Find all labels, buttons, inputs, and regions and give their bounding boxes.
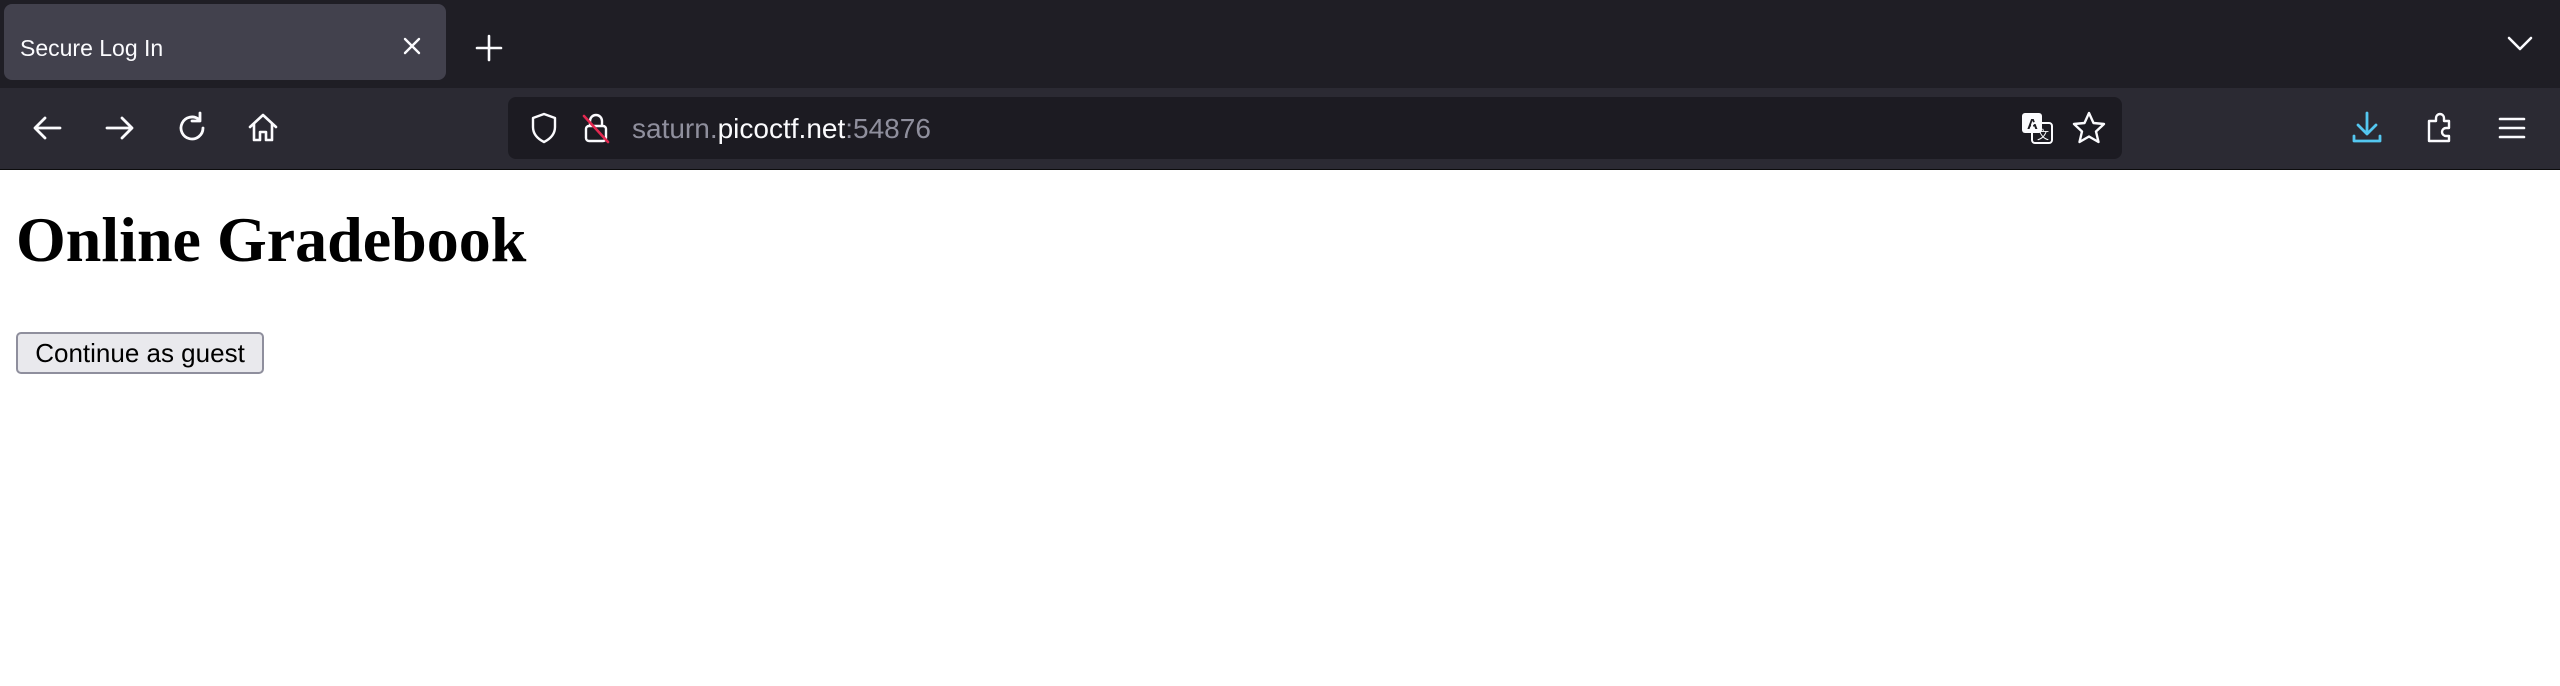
star-icon[interactable] <box>2067 106 2111 150</box>
arrow-left-icon[interactable] <box>26 106 70 150</box>
page-content: Online Gradebook Continue as guest <box>0 170 2560 686</box>
chevron-down-icon[interactable] <box>2496 22 2544 66</box>
svg-text:文: 文 <box>2037 127 2049 142</box>
url-host: picoctf.net <box>717 113 846 144</box>
puzzle-icon[interactable] <box>2418 106 2462 150</box>
nav-toolbar: saturn.picoctf.net:54876 A文 <box>0 88 2560 170</box>
continue-as-guest-button[interactable]: Continue as guest <box>16 332 264 374</box>
page-title: Online Gradebook <box>16 204 527 275</box>
tab-title: Secure Log In <box>20 35 164 61</box>
url-port: :54876 <box>845 113 931 144</box>
translate-icon[interactable]: A文 <box>2015 106 2059 150</box>
plus-icon[interactable] <box>466 25 512 71</box>
arrow-right-icon[interactable] <box>97 106 141 150</box>
tab-bar: Secure Log In <box>0 0 2560 88</box>
download-icon[interactable] <box>2345 106 2389 150</box>
url-text[interactable]: saturn.picoctf.net:54876 <box>632 113 931 145</box>
insecure-lock-icon[interactable] <box>574 106 618 150</box>
shield-icon[interactable] <box>522 106 566 150</box>
url-bar[interactable]: saturn.picoctf.net:54876 A文 <box>508 97 2122 159</box>
home-icon[interactable] <box>241 106 285 150</box>
close-icon[interactable] <box>396 30 428 62</box>
hamburger-menu-icon[interactable] <box>2490 106 2534 150</box>
url-subdomain: saturn. <box>632 113 718 144</box>
reload-icon[interactable] <box>170 106 214 150</box>
tab-active[interactable]: Secure Log In <box>4 4 446 80</box>
